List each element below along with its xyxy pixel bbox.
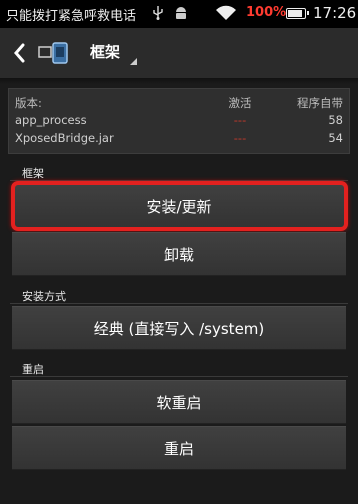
clock: 17:26 [313, 4, 357, 22]
section-divider [10, 303, 348, 304]
section-header-framework: 框架 [22, 167, 44, 180]
header-active: 激活 [228, 96, 252, 110]
reboot-button[interactable]: 重启 [12, 426, 346, 470]
carrier-text: 只能拨打紧急呼救电话 [6, 9, 137, 24]
wifi-icon [216, 5, 236, 20]
back-arrow-icon[interactable] [12, 42, 26, 64]
header-builtin: 程序自带 [297, 96, 343, 110]
header-version: 版本: [15, 96, 42, 110]
version-info-table: 版本: 激活 程序自带 app_process --- 58 XposedBri… [8, 88, 350, 154]
row-builtin: 58 [328, 113, 343, 127]
table-row: XposedBridge.jar --- 54 [15, 131, 343, 149]
row-active: --- [233, 131, 247, 145]
battery-icon [286, 8, 309, 19]
row-builtin: 54 [328, 131, 343, 145]
highlight-annotation [11, 181, 348, 231]
row-active: --- [233, 113, 247, 127]
status-bar: 只能拨打紧急呼救电话 100% 17:26 [0, 0, 358, 28]
battery-percent: 100% [246, 5, 287, 20]
row-name: app_process [15, 113, 87, 127]
table-header-row: 版本: 激活 程序自带 [15, 95, 343, 113]
soft-reboot-button[interactable]: 软重启 [12, 380, 346, 424]
dropdown-indicator-icon [130, 58, 137, 65]
xposed-app-icon[interactable] [38, 39, 72, 67]
uninstall-button[interactable]: 卸载 [12, 232, 346, 276]
usb-icon [153, 6, 163, 20]
action-bar: 框架 [0, 28, 358, 78]
section-header-reboot: 重启 [22, 363, 44, 376]
page-title: 框架 [90, 43, 121, 61]
section-header-install-mode: 安装方式 [22, 290, 66, 303]
row-name: XposedBridge.jar [15, 131, 114, 145]
table-row: app_process --- 58 [15, 113, 343, 131]
section-divider [10, 376, 348, 377]
android-icon [176, 7, 186, 19]
install-mode-select[interactable]: 经典 (直接写入 /system) [12, 306, 346, 350]
